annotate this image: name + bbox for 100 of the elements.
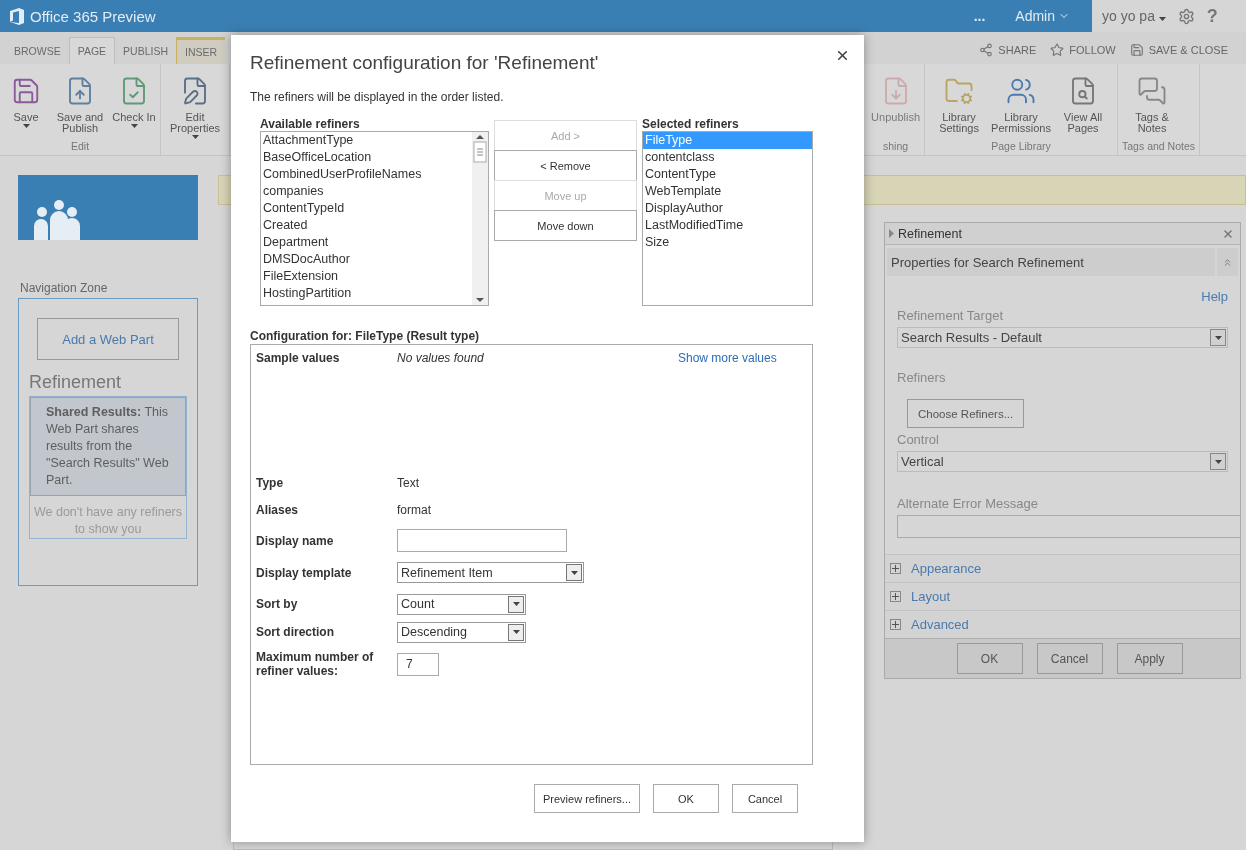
list-item[interactable]: AttachmentType [261,132,472,149]
dropdown-field[interactable]: Count [397,593,526,615]
text-field[interactable] [397,529,567,552]
shared-results-note: Shared Results: This Web Part shares results from the "Search Results" Web Part. [30,397,186,496]
field-value: Text [397,475,419,490]
ribbon-button[interactable]: Edit Properties [165,68,225,155]
move-button[interactable]: Move down [494,210,637,241]
help-link[interactable]: Help [1201,289,1228,304]
available-list[interactable]: AttachmentType BaseOfficeLocation CombinedUserProfileNames companies ContentTypeId Created Department DMSDocAuthor FileExtension HostingPartition [260,131,489,306]
list-item[interactable]: DisplayAuthor [643,200,812,217]
dialog-button[interactable]: Cancel [732,784,798,813]
list-item[interactable]: HostingPartition [261,285,472,302]
list-item[interactable]: Department [261,234,472,251]
user-menu[interactable]: yo yo pa [1102,8,1166,24]
field-label: Maximum number of refiner values: [256,650,375,678]
caret-icon [1214,335,1222,340]
share-icon [979,43,994,57]
field-label: Refiners [897,370,947,385]
ribbon-tab[interactable]: PAGE [68,37,116,64]
show-more-link[interactable]: Show more values [678,351,807,365]
list-item[interactable]: Created [261,217,472,234]
ribbon-tab[interactable]: INSER [176,37,226,64]
list-item[interactable]: FileExtension [261,268,472,285]
field-label: Alternate Error Message [897,496,1039,511]
dropdown-field[interactable]: Vertical [897,451,1228,472]
close-icon[interactable] [835,48,850,63]
caret-icon [22,124,30,128]
list-item[interactable]: FileType [643,132,812,149]
list-item[interactable]: Size [643,234,812,251]
field-label: Display template [256,565,352,580]
page-action[interactable]: FOLLOW [1050,43,1116,57]
field-label: Refinement Target [897,308,1004,323]
text-field[interactable]: 7 [397,652,439,676]
field-label: Type [256,475,284,490]
people-icon [1006,76,1037,106]
list-item[interactable]: BaseOfficeLocation [261,149,472,166]
group-label: Tags and Notes [1122,140,1195,154]
dropdown-field[interactable]: Descending [397,621,526,643]
field-label: Sample values [256,351,341,365]
config-heading: Configuration for: FileType (Result type) [250,329,481,343]
sample-values: No values found [397,351,485,365]
field-label: Sort direction [256,625,334,639]
selected-list[interactable]: FileType contentclass ContentType WebTemplate DisplayAuthor LastModifiedTime Size [642,131,813,306]
office-logo-icon [10,7,24,25]
list-item[interactable]: LastModifiedTime [643,217,812,234]
choose-refiners-button[interactable]: Choose Refiners... [907,399,1025,428]
add-web-part-button[interactable]: Add a Web Part [37,318,179,360]
section-title: Properties for Search Refinement [887,248,1215,276]
ribbon-button[interactable]: View All Pages [1053,68,1114,140]
group-label: Page Library [990,140,1052,154]
list-item[interactable]: companies [261,183,472,200]
web-part-title: Refinement [29,372,123,393]
caret-icon [191,135,199,139]
help-button[interactable]: ? [1206,5,1218,27]
pane-button[interactable]: Cancel [1036,643,1103,674]
dialog-button[interactable]: Preview refiners... [533,784,640,813]
list-item[interactable]: WebTemplate [643,183,812,200]
double-chevron-icon [1222,256,1233,268]
ribbon-button[interactable]: Library Settings [929,68,990,140]
field-value: format [397,503,431,517]
ribbon-button[interactable]: Tags & Notes [1122,68,1183,140]
more-button[interactable]: ... [961,8,998,24]
list-item[interactable]: ContentTypeId [261,200,472,217]
brand-title: Office 365 Preview [30,7,156,25]
scrollbar[interactable] [472,132,488,305]
ribbon-button[interactable]: Save [4,68,48,140]
list-item[interactable]: DMSDocAuthor [261,251,472,268]
field-label: Aliases [256,503,299,517]
ribbon-button[interactable]: Save and Publish [50,68,110,140]
ribbon-button[interactable]: Check In [112,68,156,140]
ribbon-tab[interactable]: BROWSE [6,37,69,64]
dropdown-field[interactable]: Refinement Item [397,562,584,583]
collapse-button[interactable] [1217,248,1238,276]
dropdown-field[interactable]: Search Results - Default [897,327,1228,348]
ribbon-tab[interactable]: PUBLISH [115,37,176,64]
plus-icon [890,619,901,630]
move-button[interactable]: < Remove [494,150,637,181]
speech-bubbles-icon [1137,76,1168,106]
plus-icon [890,591,901,602]
list-item[interactable]: ContentType [643,166,812,183]
list-item[interactable]: CombinedUserProfileNames [261,166,472,183]
caret-icon [512,630,520,634]
caret-icon [570,570,578,575]
group-label: shing [882,140,910,154]
list-item[interactable]: contentclass [643,149,812,166]
expand-triangle-icon[interactable] [889,229,894,238]
text-field[interactable] [897,515,1241,538]
ribbon-button[interactable]: Library Permissions [991,68,1052,140]
list-label: Selected refiners [642,118,740,131]
folder-gear-icon [944,76,975,106]
pane-button[interactable]: Apply [1116,643,1183,674]
settings-icon[interactable] [1177,7,1195,25]
page-action[interactable]: SHARE [979,43,1037,57]
admin-menu[interactable]: Admin [1003,8,1082,24]
page-action[interactable]: SAVE & CLOSE [1129,43,1228,57]
star-icon [1050,43,1065,57]
caret-icon [512,602,520,606]
field-label: Display name [256,533,334,548]
pane-button[interactable]: OK [956,643,1023,674]
dialog-button[interactable]: OK [653,784,719,813]
